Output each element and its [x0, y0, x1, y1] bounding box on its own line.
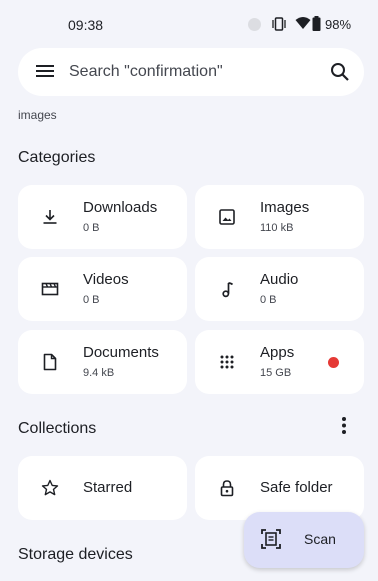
recent-files-caption: images: [18, 108, 57, 122]
status-bar: 09:38 98%: [0, 0, 378, 50]
alert-badge-icon: [328, 357, 339, 368]
category-card-audio[interactable]: Audio 0 B: [195, 257, 364, 321]
category-card-downloads[interactable]: Downloads 0 B: [18, 185, 187, 249]
search-icon[interactable]: [330, 62, 350, 82]
category-name: Documents: [83, 344, 159, 361]
category-name: Audio: [260, 271, 299, 288]
collection-card-starred[interactable]: Starred: [18, 456, 187, 520]
category-name: Videos: [83, 271, 129, 288]
search-input[interactable]: Search "confirmation": [69, 63, 223, 81]
category-size: 110 kB: [260, 222, 294, 234]
category-card-documents[interactable]: Documents 9.4 kB: [18, 330, 187, 394]
category-card-apps[interactable]: Apps 15 GB: [195, 330, 364, 394]
document-scanner-icon: [261, 529, 281, 549]
category-size: 0 B: [260, 294, 277, 306]
category-name: Downloads: [83, 199, 158, 216]
document-icon: [43, 353, 57, 371]
wifi-icon: [295, 17, 311, 29]
menu-icon[interactable]: [36, 64, 54, 78]
collection-name: Safe folder: [260, 479, 333, 496]
collection-name: Starred: [83, 479, 133, 496]
category-card-images[interactable]: Images 110 kB: [195, 185, 364, 249]
storage-devices-heading: Storage devices: [18, 546, 133, 563]
video-icon: [41, 282, 59, 296]
category-size: 0 B: [83, 294, 100, 306]
collection-card-safe-folder[interactable]: Safe folder: [195, 456, 364, 520]
category-name: Images: [260, 199, 310, 216]
categories-heading: Categories: [18, 149, 96, 166]
collections-heading: Collections: [18, 420, 97, 437]
scan-button-label: Scan: [304, 531, 336, 547]
more-vert-icon[interactable]: [334, 416, 354, 436]
download-icon: [43, 210, 57, 224]
star-icon: [41, 479, 59, 496]
category-size: 0 B: [83, 222, 100, 234]
scan-button[interactable]: Scan: [244, 512, 364, 568]
image-icon: [219, 209, 235, 225]
search-bar[interactable]: Search "confirmation": [18, 48, 364, 96]
apps-grid-icon: [220, 355, 234, 369]
category-name: Apps: [260, 344, 295, 361]
category-card-videos[interactable]: Videos 0 B: [18, 257, 187, 321]
status-time: 09:38: [68, 17, 104, 33]
notification-dot-icon: [248, 18, 261, 31]
category-size: 9.4 kB: [83, 367, 115, 379]
battery-icon: [312, 16, 321, 31]
category-size: 15 GB: [260, 367, 292, 379]
music-note-icon: [222, 282, 234, 298]
lock-icon: [220, 480, 234, 497]
vibrate-icon: [272, 17, 286, 31]
battery-percent: 98%: [325, 17, 352, 32]
